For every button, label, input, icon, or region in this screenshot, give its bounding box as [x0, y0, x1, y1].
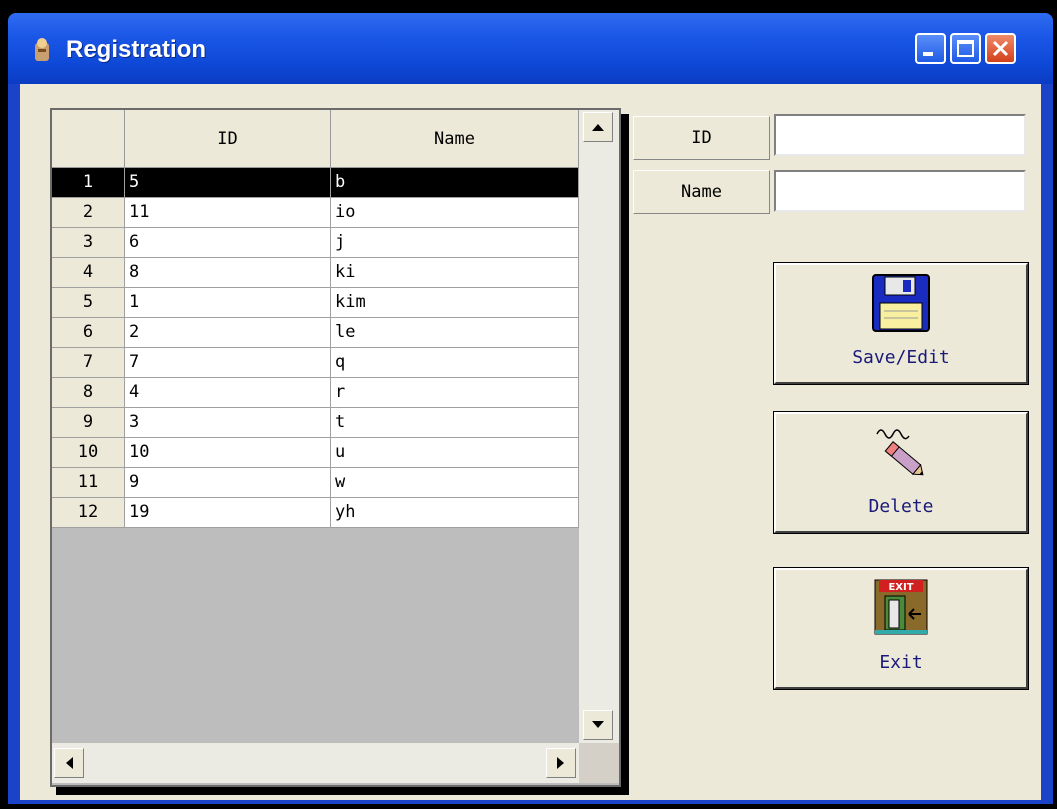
name-field[interactable]: [774, 170, 1026, 212]
arrow-up-icon: [592, 124, 604, 131]
eraser-pencil-icon: [876, 429, 924, 476]
cell-name[interactable]: q: [331, 348, 579, 378]
column-header-id[interactable]: ID: [125, 110, 331, 168]
scroll-down-button[interactable]: [583, 710, 613, 740]
table-row[interactable]: 77q: [52, 348, 579, 378]
cell-id[interactable]: 4: [125, 378, 331, 408]
save-edit-button[interactable]: Save/Edit: [773, 262, 1029, 385]
cell-name[interactable]: r: [331, 378, 579, 408]
exit-label: Exit: [879, 652, 923, 673]
table-row[interactable]: 93t: [52, 408, 579, 438]
cell-id[interactable]: 1: [125, 288, 331, 318]
cell-id[interactable]: 2: [125, 318, 331, 348]
cell-id[interactable]: 10: [125, 438, 331, 468]
vertical-scrollbar[interactable]: [579, 110, 619, 743]
id-field[interactable]: [774, 114, 1026, 156]
arrow-down-icon: [592, 721, 604, 728]
minimize-button[interactable]: [915, 33, 946, 64]
cell-name[interactable]: ki: [331, 258, 579, 288]
table-row[interactable]: 2 11 io: [52, 198, 579, 228]
exit-button[interactable]: EXIT Exit: [773, 567, 1029, 690]
cell-id[interactable]: 5: [125, 168, 331, 198]
arrow-right-icon: [557, 757, 564, 769]
scroll-up-button[interactable]: [583, 112, 613, 142]
cell-id[interactable]: 3: [125, 408, 331, 438]
registration-window: Registration ID Name 1 5 b 2 11 io 3 6 j 4 8 ki 5 1 ki…: [8, 13, 1053, 804]
row-number[interactable]: 4: [52, 258, 125, 288]
cell-name[interactable]: j: [331, 228, 579, 258]
grid-corner-header: [52, 110, 125, 168]
row-number[interactable]: 9: [52, 408, 125, 438]
delete-button[interactable]: Delete: [773, 411, 1029, 534]
row-number[interactable]: 3: [52, 228, 125, 258]
table-row[interactable]: 11 9 w: [52, 468, 579, 498]
cell-name[interactable]: le: [331, 318, 579, 348]
cell-name[interactable]: t: [331, 408, 579, 438]
delete-label: Delete: [868, 496, 934, 517]
cell-name[interactable]: io: [331, 198, 579, 228]
cell-id[interactable]: 11: [125, 198, 331, 228]
table-row[interactable]: 10 10 u: [52, 438, 579, 468]
row-number[interactable]: 6: [52, 318, 125, 348]
row-number[interactable]: 2: [52, 198, 125, 228]
row-number[interactable]: 7: [52, 348, 125, 378]
row-number[interactable]: 12: [52, 498, 125, 528]
floppy-disk-icon: [872, 274, 930, 332]
scroll-left-button[interactable]: [54, 748, 84, 778]
window-title: Registration: [66, 36, 207, 63]
cell-name[interactable]: u: [331, 438, 579, 468]
scrollbar-corner: [579, 743, 619, 783]
table-row[interactable]: 5 1 kim: [52, 288, 579, 318]
cell-id[interactable]: 19: [125, 498, 331, 528]
maximize-icon: [957, 40, 974, 57]
cell-id[interactable]: 8: [125, 258, 331, 288]
close-icon: [992, 40, 1009, 57]
cell-name[interactable]: b: [331, 168, 579, 198]
client-area: ID Name 1 5 b 2 11 io 3 6 j 4 8 ki 5 1 kim 6 2 le 7 7 q 8 4 r 9 3…: [20, 84, 1041, 800]
save-edit-label: Save/Edit: [852, 347, 950, 368]
title-bar[interactable]: Registration: [8, 13, 1053, 84]
table-row[interactable]: 84r: [52, 378, 579, 408]
id-label: ID: [633, 116, 770, 160]
table-row[interactable]: 36j: [52, 228, 579, 258]
table-row[interactable]: 12 19 yh: [52, 498, 579, 528]
arrow-left-icon: [66, 757, 73, 769]
scroll-right-button[interactable]: [546, 748, 576, 778]
records-grid[interactable]: ID Name 1 5 b 2 11 io 3 6 j 4 8 ki 5 1 kim 6 2 le 7 7 q 8 4 r 9 3…: [50, 108, 621, 787]
table-row[interactable]: 15b: [52, 168, 579, 198]
cell-name[interactable]: yh: [331, 498, 579, 528]
row-number[interactable]: 1: [52, 168, 125, 198]
close-button[interactable]: [985, 33, 1016, 64]
name-label: Name: [633, 170, 770, 214]
app-icon: [35, 38, 49, 61]
horizontal-scrollbar[interactable]: [52, 743, 579, 783]
column-header-name[interactable]: Name: [331, 110, 579, 168]
svg-text:EXIT: EXIT: [888, 582, 913, 593]
cell-id[interactable]: 6: [125, 228, 331, 258]
row-number[interactable]: 11: [52, 468, 125, 498]
table-row[interactable]: 4 8 ki: [52, 258, 579, 288]
cell-name[interactable]: kim: [331, 288, 579, 318]
cell-id[interactable]: 9: [125, 468, 331, 498]
cell-id[interactable]: 7: [125, 348, 331, 378]
row-number[interactable]: 5: [52, 288, 125, 318]
maximize-button[interactable]: [950, 33, 981, 64]
cell-name[interactable]: w: [331, 468, 579, 498]
table-row[interactable]: 6 2 le: [52, 318, 579, 348]
row-number[interactable]: 8: [52, 378, 125, 408]
exit-door-icon: EXIT: [874, 579, 928, 635]
row-number[interactable]: 10: [52, 438, 125, 468]
minimize-icon: [923, 52, 933, 56]
